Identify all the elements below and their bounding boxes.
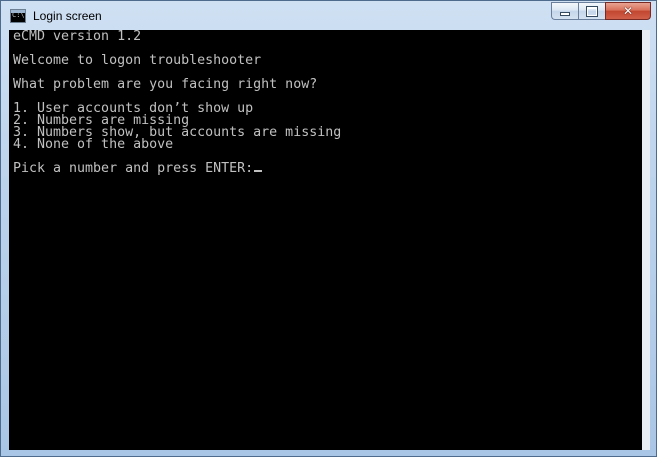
prompt-line[interactable]: Pick a number and press ENTER: bbox=[13, 161, 263, 176]
window-controls: ✕ bbox=[551, 2, 651, 20]
text-cursor bbox=[254, 170, 263, 172]
welcome-line: Welcome to logon troubleshooter bbox=[13, 53, 262, 68]
console-icon[interactable]: C:\ bbox=[10, 9, 26, 23]
scrollbar[interactable] bbox=[642, 30, 650, 450]
window-title: Login screen bbox=[33, 9, 102, 23]
close-icon: ✕ bbox=[622, 4, 634, 18]
close-button[interactable]: ✕ bbox=[605, 2, 651, 20]
maximize-button[interactable] bbox=[578, 2, 605, 20]
console-window: C:\ Login screen ✕ eCMD version 1.2 Welc… bbox=[0, 0, 657, 457]
minimize-button[interactable] bbox=[551, 2, 578, 20]
version-line: eCMD version 1.2 bbox=[13, 30, 142, 44]
question-line: What problem are you facing right now? bbox=[13, 77, 318, 92]
option-4: 4. None of the above bbox=[13, 137, 174, 152]
title-bar[interactable]: C:\ Login screen ✕ bbox=[1, 1, 656, 30]
prompt-text: Pick a number and press ENTER: bbox=[13, 161, 254, 176]
console-output[interactable]: eCMD version 1.2 Welcome to logon troubl… bbox=[9, 30, 642, 450]
